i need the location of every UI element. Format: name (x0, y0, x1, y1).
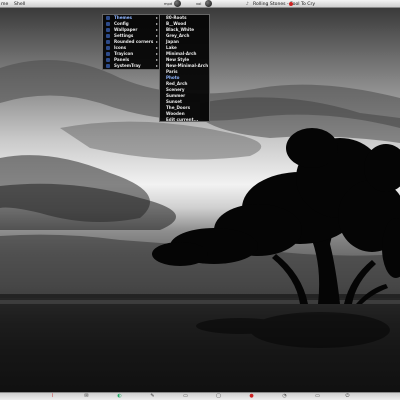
theme-item-label: Summer (166, 93, 186, 98)
menu-item-icon (106, 52, 110, 56)
main-menu-item-label: Settings (114, 33, 134, 38)
shell-launcher[interactable]: Shell (14, 2, 25, 7)
theme-item-label: Scenery (166, 87, 185, 92)
menu-item-icon (106, 16, 110, 20)
theme-item-label: Photo (166, 75, 180, 80)
main-menu-item-label: Trayicon (114, 51, 134, 56)
theme-item-label: 80-Roots (166, 15, 187, 20)
music-note-icon: ♪ (246, 1, 249, 7)
menu-item-icon (106, 22, 110, 26)
volume-knob-icon[interactable] (205, 0, 212, 7)
theme-item-label: Red_Arch (166, 81, 188, 86)
main-menu-item-label: Panels (114, 57, 130, 62)
main-menu-list: Themes ▸ Config ▸ Wallpaper ▸ Settings ▸ Rounded… (103, 15, 161, 69)
main-menu: Themes ▸ Config ▸ Wallpaper ▸ Settings ▸ Rounded… (102, 14, 162, 70)
record-button-icon[interactable]: ● (249, 394, 254, 399)
theme-item[interactable]: Edit current... (160, 117, 209, 123)
theme-item-label: New-Minimal-Arch (166, 63, 209, 68)
mpd-label: mpd (164, 2, 173, 6)
now-playing-text[interactable]: Rolling Stones - Fool To Cry (253, 2, 315, 7)
menu-item-icon (106, 46, 110, 50)
theme-item-label: Lake (166, 45, 177, 50)
main-menu-item-label: Config (114, 21, 129, 26)
terminal-icon[interactable]: ▢ (216, 394, 221, 399)
menu-item-icon (106, 58, 110, 62)
record-icon (289, 1, 293, 6)
submenu-arrow-icon: ▸ (155, 63, 158, 68)
top-panel: me Shell mpd vol ♪ Rolling Stones - Fool… (0, 0, 400, 8)
theme-item-label: The_Doors (166, 105, 191, 110)
theme-item-label: Sunset (166, 99, 182, 104)
theme-item-label: Edit current... (166, 117, 199, 122)
main-menu-item-label: Wallpaper (114, 27, 138, 32)
bottom-panel: ⌇ ✉ ◐ ✎ ▭ ▢ ● ◔ ▭ ⏻ (0, 392, 400, 400)
theme-item-label: Minimal-Arch (166, 51, 197, 56)
workspace-label[interactable]: me (1, 2, 8, 7)
theme-item-label: Black_White (166, 27, 195, 32)
menu-item-icon (106, 64, 110, 68)
theme-item-label: New Style (166, 57, 190, 62)
main-menu-item-label: Themes (114, 15, 132, 20)
main-menu-item[interactable]: SystemTray ▸ (103, 63, 161, 69)
window-list-icon[interactable]: ▭ (315, 394, 320, 399)
tools-icon[interactable]: ✎ (150, 394, 155, 399)
theme-item-label: Grey_Arch (166, 33, 190, 38)
main-menu-item-label: Rounded corners (114, 39, 154, 44)
clock-icon[interactable]: ◔ (282, 394, 287, 399)
themes-submenu-list: 80-Roots B__Wood Black_White Grey_Arch Japan… (160, 15, 209, 123)
window-icon[interactable]: ▭ (183, 394, 188, 399)
mail-icon[interactable]: ✉ (84, 394, 89, 399)
globe-icon[interactable]: ◐ (117, 394, 122, 399)
theme-item-label: B__Wood (166, 21, 187, 26)
graph-icon[interactable]: ⌇ (50, 394, 55, 399)
main-menu-item-label: SystemTray (114, 63, 141, 68)
power-icon[interactable]: ⏻ (345, 394, 350, 399)
menu-item-icon (106, 28, 110, 32)
main-menu-item-label: Icons (114, 45, 127, 50)
mpd-knob-icon[interactable] (174, 0, 181, 7)
menu-item-icon (106, 40, 110, 44)
theme-item-label: Japan (166, 39, 179, 44)
theme-item-label: Paris (166, 69, 178, 74)
theme-item-label: Wooden (166, 111, 185, 116)
themes-submenu: 80-Roots B__Wood Black_White Grey_Arch Japan… (159, 14, 210, 122)
menu-item-icon (106, 34, 110, 38)
volume-label: vol (196, 2, 202, 6)
